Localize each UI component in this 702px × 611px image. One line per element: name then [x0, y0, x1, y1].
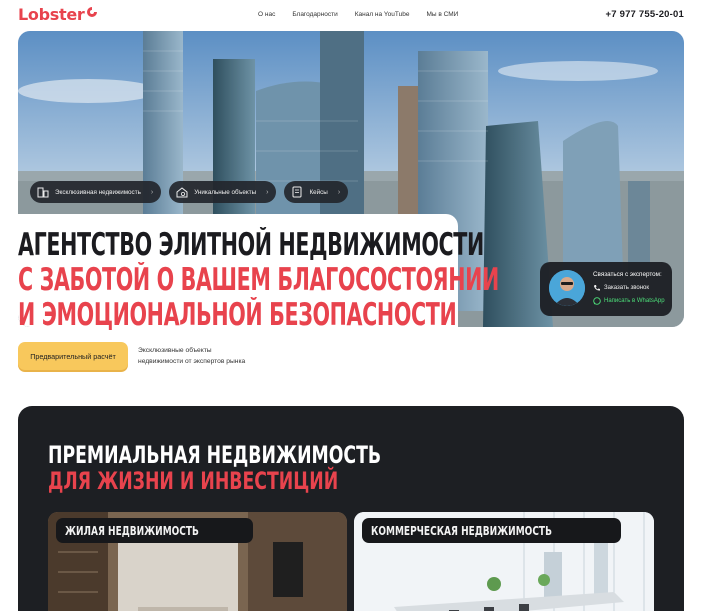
headline-line-1: АГЕНТСТВО ЭЛИТНОЙ НЕДВИЖИМОСТИ: [18, 227, 484, 263]
phone-number[interactable]: +7 977 755-20-01: [606, 9, 684, 20]
section-title-line-1: ПРЕМИАЛЬНАЯ НЕДВИЖИМОСТЬ: [48, 441, 382, 469]
hero-subtext: Эксклюзивные объекты недвижимости от экс…: [138, 346, 268, 367]
pill-exclusive[interactable]: Эксклюзивная недвижимость ›: [30, 181, 162, 203]
phone-icon: [594, 285, 600, 291]
nav-thanks[interactable]: Благодарности: [292, 11, 337, 18]
residential-label-text: ЖИЛАЯ НЕДВИЖИМОСТЬ: [65, 523, 199, 538]
preliminary-calc-button[interactable]: Предварительный расчёт: [18, 342, 128, 370]
nav-media[interactable]: Мы в СМИ: [426, 11, 458, 18]
premium-section: ПРЕМИАЛЬНАЯ НЕДВИЖИМОСТЬ ДЛЯ ЖИЗНИ И ИНВ…: [18, 406, 684, 611]
headline-line-2: С ЗАБОТОЙ О ВАШЕМ БЛАГОСОСТОЯНИИ: [18, 262, 499, 298]
pill-cases[interactable]: Кейсы ›: [284, 181, 349, 203]
site-header: Lobster О нас Благодарности Канал на You…: [0, 0, 702, 30]
section-title: ПРЕМИАЛЬНАЯ НЕДВИЖИМОСТЬ ДЛЯ ЖИЗНИ И ИНВ…: [48, 442, 381, 494]
pill-label: Кейсы: [309, 188, 328, 196]
commercial-card[interactable]: КОММЕРЧЕСКАЯ НЕДВИЖИМОСТЬ: [354, 512, 654, 611]
commercial-label: КОММЕРЧЕСКАЯ НЕДВИЖИМОСТЬ: [362, 518, 622, 543]
chevron-right-icon: ›: [337, 188, 341, 196]
order-call-link[interactable]: Заказать звонок: [593, 284, 649, 292]
logo-text: Lobster: [18, 5, 85, 24]
nav-about[interactable]: О нас: [258, 11, 275, 18]
pill-label: Уникальные объекты: [194, 188, 257, 196]
order-call-label: Заказать звонок: [604, 285, 649, 291]
whatsapp-label: Написать в WhatsApp: [604, 298, 665, 304]
section-title-line-2: ДЛЯ ЖИЗНИ И ИНВЕСТИЦИЙ: [48, 467, 339, 495]
residential-card[interactable]: ЖИЛАЯ НЕДВИЖИМОСТЬ: [48, 512, 347, 611]
briefcase-icon: [292, 186, 302, 198]
whatsapp-icon: [593, 297, 601, 305]
pill-unique[interactable]: Уникальные объекты ›: [169, 181, 277, 203]
headline-line-3: И ЭМОЦИОНАЛЬНОЙ БЕЗОПАСНОСТИ: [18, 297, 457, 333]
nav-youtube[interactable]: Канал на YouTube: [355, 11, 410, 18]
contact-title: Связаться с экспертом:: [593, 271, 662, 278]
commercial-label-text: КОММЕРЧЕСКАЯ НЕДВИЖИМОСТЬ: [371, 523, 552, 538]
residential-label: ЖИЛАЯ НЕДВИЖИМОСТЬ: [56, 518, 253, 543]
lobster-claw-icon: [87, 6, 98, 17]
building-icon: [37, 187, 49, 198]
main-nav: О нас Благодарности Канал на YouTube Мы …: [258, 11, 475, 18]
hero-subtext-line-2: недвижимости от экспертов рынка: [138, 357, 246, 365]
hero-pills: Эксклюзивная недвижимость › Уникальные о…: [30, 181, 356, 203]
expert-avatar: [549, 270, 585, 306]
hero-subtext-line-1: Эксклюзивные объекты: [138, 347, 212, 354]
logo[interactable]: Lobster: [18, 5, 98, 24]
house-search-icon: [176, 187, 188, 198]
whatsapp-link[interactable]: Написать в WhatsApp: [593, 297, 665, 305]
pill-label: Эксклюзивная недвижимость: [55, 188, 141, 196]
chevron-right-icon: ›: [150, 188, 154, 196]
expert-contact-card: Связаться с экспертом: Заказать звонок Н…: [540, 262, 672, 316]
chevron-right-icon: ›: [266, 188, 269, 196]
